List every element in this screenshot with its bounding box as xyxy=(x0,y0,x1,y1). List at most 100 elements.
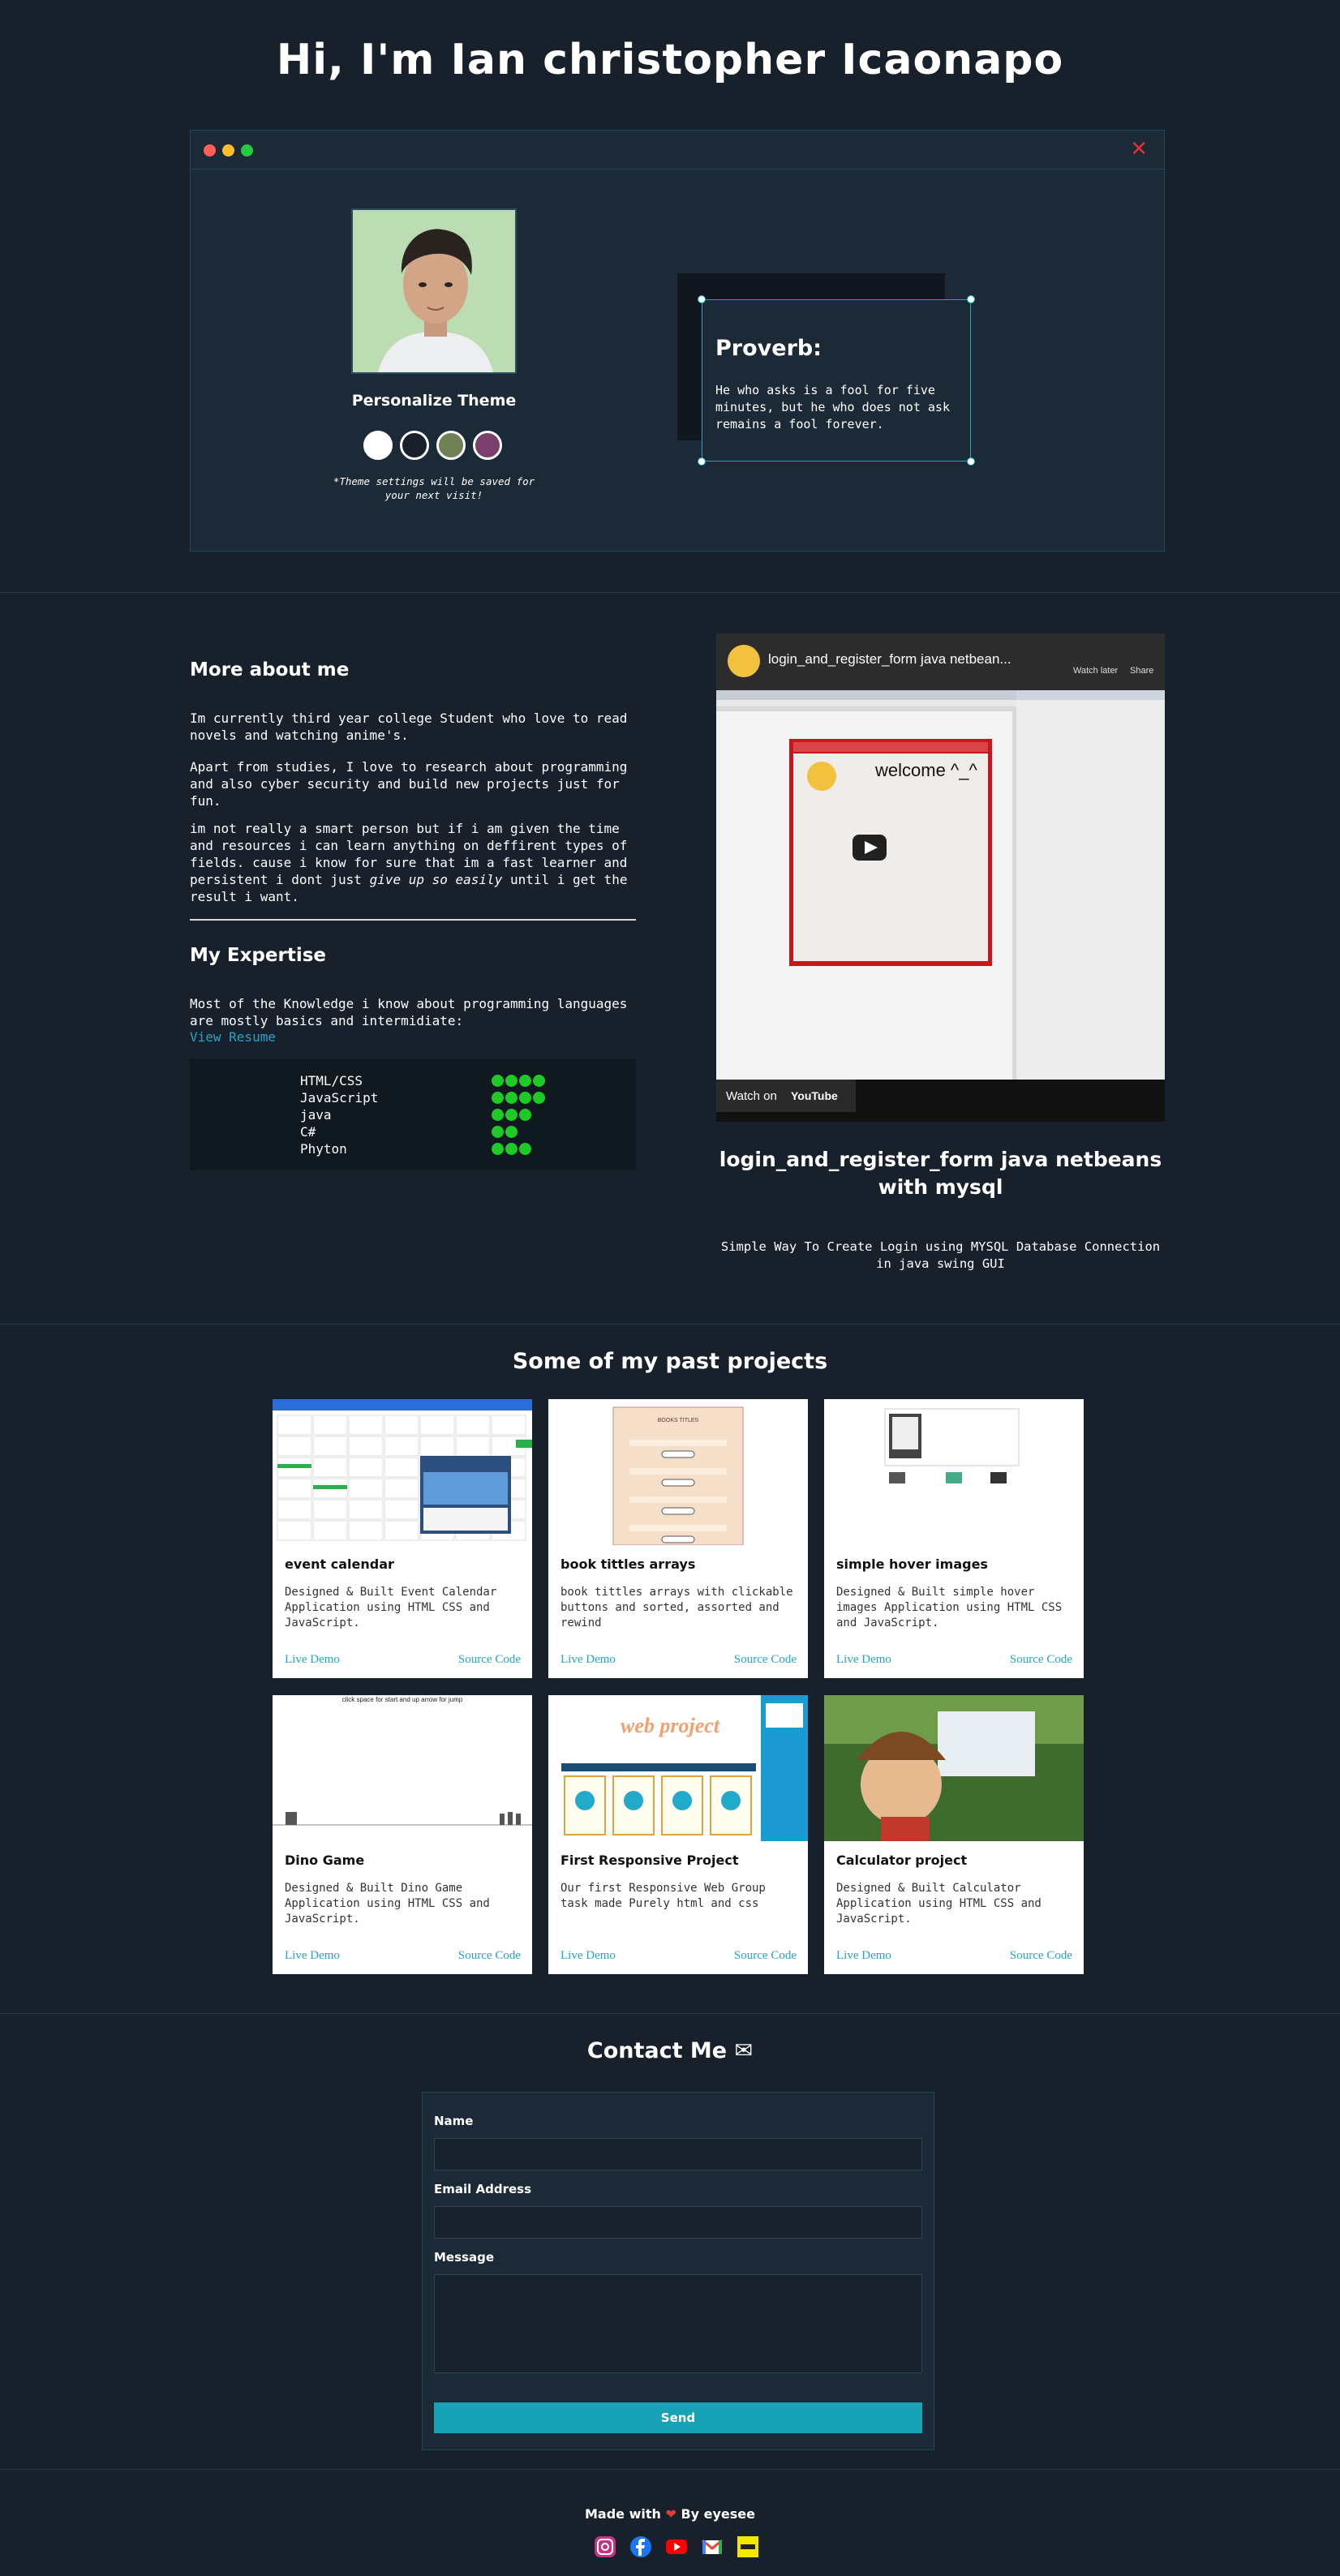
name-label: Name xyxy=(434,2114,474,2128)
project-card: web project First Responsive Project Our f… xyxy=(548,1695,808,1974)
video-description: Simple Way To Create Login using MYSQL D… xyxy=(720,1239,1161,1271)
close-icon[interactable]: ✕ xyxy=(1130,139,1148,160)
watch-on-label[interactable]: Watch on xyxy=(726,1089,777,1103)
gmail-icon[interactable] xyxy=(700,2535,724,2559)
instagram-icon[interactable] xyxy=(593,2535,617,2559)
youtube-embed[interactable]: login_and_register_form java netbean... … xyxy=(716,633,1165,1122)
source-code-link[interactable]: Source Code xyxy=(1010,1949,1072,1963)
theme-swatch-green[interactable] xyxy=(436,431,466,460)
about-paragraph-2: Apart from studies, I love to research a… xyxy=(190,759,628,809)
skill-dot xyxy=(519,1075,531,1087)
skill-dot xyxy=(519,1109,531,1121)
project-thumbnail xyxy=(824,1695,1084,1841)
skill-dot xyxy=(519,1092,531,1104)
live-demo-link[interactable]: Live Demo xyxy=(836,1949,891,1962)
expertise-heading: My Expertise xyxy=(190,945,327,966)
skill-dot xyxy=(492,1109,504,1121)
live-demo-link[interactable]: Live Demo xyxy=(285,1949,340,1962)
proverb-title: Proverb: xyxy=(715,336,822,361)
resize-handle[interactable] xyxy=(967,295,975,303)
send-button[interactable]: Send xyxy=(434,2402,922,2433)
skill-row: C# xyxy=(300,1124,625,1141)
message-field[interactable] xyxy=(434,2274,922,2373)
live-demo-link[interactable]: Live Demo xyxy=(836,1653,891,1666)
source-code-link[interactable]: Source Code xyxy=(458,1949,521,1963)
source-code-link[interactable]: Source Code xyxy=(734,1653,797,1667)
name-field[interactable] xyxy=(434,2138,922,2170)
video-thumbnail xyxy=(716,633,1165,1122)
resize-handle[interactable] xyxy=(967,457,975,466)
svg-text:BOOKS TITLES: BOOKS TITLES xyxy=(658,1418,699,1423)
about-paragraph-3: im not really a smart person but if i am… xyxy=(190,821,628,904)
project-description: Designed & Built Dino Game Application u… xyxy=(285,1882,490,1926)
close-dot-icon[interactable] xyxy=(204,144,216,157)
heart-icon: ❤ xyxy=(665,2506,676,2522)
project-title: simple hover images xyxy=(836,1556,988,1572)
skill-name: JavaScript xyxy=(300,1090,379,1106)
skill-row: Phyton xyxy=(300,1141,625,1158)
theme-swatch-dark[interactable] xyxy=(400,431,429,460)
skill-dot xyxy=(492,1075,504,1087)
page-title: Hi, I'm Ian christopher Icaonapo xyxy=(276,36,1064,84)
projects-heading: Some of my past projects xyxy=(512,1349,828,1374)
source-code-link[interactable]: Source Code xyxy=(1010,1653,1072,1667)
project-description: Designed & Built simple hover images App… xyxy=(836,1586,1063,1629)
facebook-icon[interactable] xyxy=(629,2535,653,2559)
project-description: Our first Responsive Web Group task made… xyxy=(560,1882,766,1910)
live-demo-link[interactable]: Live Demo xyxy=(560,1653,616,1666)
email-field[interactable] xyxy=(434,2206,922,2239)
minimize-dot-icon[interactable] xyxy=(222,144,234,157)
proverb-text: He who asks is a fool for five minutes, … xyxy=(715,383,950,431)
theme-swatch-white[interactable] xyxy=(363,431,393,460)
personalize-theme-title: Personalize Theme xyxy=(351,392,517,410)
skill-dot xyxy=(492,1126,504,1138)
skill-level-dots xyxy=(492,1143,533,1159)
project-links: Live Demo Source Code xyxy=(836,1949,1072,1963)
project-links: Live Demo Source Code xyxy=(560,1653,797,1667)
project-card: simple hover images Designed & Built simp… xyxy=(824,1399,1084,1678)
youtube-icon[interactable] xyxy=(664,2535,689,2559)
dev-icon[interactable] xyxy=(736,2535,760,2559)
resize-handle[interactable] xyxy=(698,457,706,466)
projects-section: Some of my past projects event calendar D… xyxy=(0,1324,1340,2013)
divider xyxy=(190,919,636,921)
youtube-logo[interactable]: YouTube xyxy=(791,1089,838,1102)
window-titlebar: ✕ xyxy=(191,131,1164,170)
skill-dot xyxy=(505,1075,518,1087)
hero-section: Hi, I'm Ian christopher Icaonapo ✕ Perso… xyxy=(0,0,1340,592)
project-title: Dino Game xyxy=(285,1853,365,1868)
theme-swatch-purple[interactable] xyxy=(473,431,502,460)
maximize-dot-icon[interactable] xyxy=(241,144,253,157)
svg-text:click space for start and up a: click space for start and up arrow for j… xyxy=(342,1696,463,1703)
skill-name: Phyton xyxy=(300,1141,347,1157)
project-thumbnail xyxy=(824,1399,1084,1545)
profile-photo xyxy=(353,210,515,372)
source-code-link[interactable]: Source Code xyxy=(734,1949,797,1963)
avatar xyxy=(351,208,517,374)
email-label: Email Address xyxy=(434,2182,532,2196)
skills-panel: HTML/CSS JavaScript java C# Phyton xyxy=(190,1058,636,1170)
video-overlay-title[interactable]: login_and_register_form java netbean... xyxy=(768,651,1011,668)
skill-dot xyxy=(533,1092,545,1104)
resize-handle[interactable] xyxy=(698,295,706,303)
project-title: book tittles arrays xyxy=(560,1556,696,1572)
skill-dot xyxy=(505,1143,518,1155)
skill-name: C# xyxy=(300,1124,316,1140)
footer: Made with ❤ By eyesee xyxy=(0,2469,1340,2576)
source-code-link[interactable]: Source Code xyxy=(458,1653,521,1667)
project-thumbnail: web project xyxy=(548,1695,808,1841)
project-title: First Responsive Project xyxy=(560,1853,739,1868)
skill-level-dots xyxy=(492,1092,547,1108)
project-description: Designed & Built Calculator Application … xyxy=(836,1882,1042,1926)
skill-row: java xyxy=(300,1107,625,1124)
view-resume-link[interactable]: View Resume xyxy=(190,1029,276,1045)
skill-dot xyxy=(505,1126,518,1138)
project-thumbnail: BOOKS TITLES xyxy=(548,1399,808,1545)
share-label[interactable]: Share xyxy=(1130,666,1153,676)
expertise-text: Most of the Knowledge i know about progr… xyxy=(190,996,628,1028)
proverb-box: Proverb: He who asks is a fool for five … xyxy=(698,295,975,466)
watch-later-label[interactable]: Watch later xyxy=(1073,666,1118,676)
live-demo-link[interactable]: Live Demo xyxy=(560,1949,616,1962)
live-demo-link[interactable]: Live Demo xyxy=(285,1653,340,1666)
project-title: Calculator project xyxy=(836,1853,968,1868)
